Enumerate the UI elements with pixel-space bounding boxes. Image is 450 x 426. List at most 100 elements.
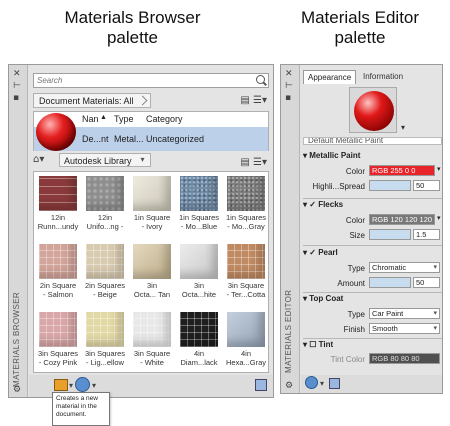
editor-caption: Materials Editor palette: [270, 8, 450, 48]
editor-caption-line-1: Materials Editor: [300, 8, 420, 27]
material-tile-sublabel: Unifo...ng -: [86, 222, 124, 231]
material-tile[interactable]: 3in Squares - Lig...ellow: [82, 312, 128, 367]
editor-caption-line-2: palette: [334, 28, 386, 47]
material-tile[interactable]: 3in Square - Ter...Cotta: [223, 244, 268, 299]
type-column-header[interactable]: Type: [114, 114, 134, 124]
name-column-header[interactable]: Nan: [82, 114, 99, 124]
search-icon[interactable]: [256, 75, 265, 84]
material-tile[interactable]: 3in Octa...hite: [176, 244, 222, 299]
create-dropdown-icon[interactable]: ▾: [320, 379, 324, 388]
material-name-field[interactable]: Default Metallic Paint: [303, 137, 442, 145]
material-tile-label: 3in: [193, 281, 204, 290]
editor-bottom-bar: ▾: [301, 375, 442, 393]
library-view-options-icon[interactable]: ▤ ☰▾: [240, 157, 267, 168]
material-swatch: [86, 244, 124, 279]
material-tile-sublabel: Octa... Tan: [133, 290, 171, 299]
material-tile[interactable]: 2in Square - Salmon: [35, 244, 81, 299]
browser-caption-line-2: palette: [106, 28, 159, 47]
material-tile[interactable]: 3in Squares - Cozy Pink: [35, 312, 81, 367]
flecks-checkbox-icon[interactable]: ✓: [309, 200, 318, 209]
pearl-type-select[interactable]: Chromatic ▾: [369, 262, 440, 273]
category-column-header[interactable]: Category: [146, 114, 183, 124]
editor-settings-icon[interactable]: ⚙: [285, 381, 293, 391]
top-coat-type-select[interactable]: Car Paint ▾: [369, 308, 440, 319]
close-icon[interactable]: ✕: [13, 69, 21, 79]
home-icon[interactable]: ⌂▾: [33, 154, 57, 167]
browser-title-strip: ✕ ⊢ ▪ MATERIALS BROWSER ⚙: [9, 65, 28, 397]
material-swatch-icon: [36, 113, 76, 151]
top-coat-finish-select[interactable]: Smooth ▾: [369, 323, 440, 334]
fleck-color-field[interactable]: RGB 120 120 120: [369, 214, 435, 225]
tab-information[interactable]: Information: [359, 70, 407, 84]
material-tile-sublabel: Diam...lack: [180, 358, 218, 367]
editor-close-icon[interactable]: ✕: [285, 69, 293, 79]
pearl-amount-label: Amount: [337, 279, 365, 288]
pearl-amount-slider[interactable]: [369, 277, 411, 288]
document-material-row[interactable]: De...nt Metal... Uncategorized: [34, 113, 268, 151]
document-materials-breadcrumb[interactable]: Document Materials: All: [33, 93, 151, 108]
section-divider: [303, 338, 442, 339]
material-tile-label: 2in Squares: [84, 281, 126, 290]
pearl-checkbox-icon[interactable]: ✓: [309, 248, 318, 257]
highlight-spread-slider[interactable]: [369, 180, 411, 191]
create-material-icon[interactable]: [305, 376, 318, 389]
material-editor-toggle-icon[interactable]: [75, 377, 90, 392]
material-tile-label: 3in Square: [133, 349, 171, 358]
material-preview[interactable]: [349, 87, 397, 133]
material-tile[interactable]: 4in Hexa...Gray: [223, 312, 268, 367]
material-swatch: [86, 312, 124, 347]
flecks-title-text: Flecks: [318, 200, 344, 209]
pearl-type-value: Chromatic: [372, 263, 407, 272]
material-swatch: [39, 312, 77, 347]
material-tile-label: 2in Square: [39, 281, 77, 290]
panel-toggle-icon[interactable]: [255, 379, 267, 391]
dropdown-arrow-icon: ▾: [433, 309, 437, 317]
search-input[interactable]: Search: [33, 73, 269, 88]
create-material-icon[interactable]: [54, 379, 68, 391]
color-dropdown-icon[interactable]: ▾: [437, 165, 441, 173]
metallic-paint-title[interactable]: ▾ Metallic Paint: [303, 151, 360, 160]
doc-view-options-icon[interactable]: ▤ ☰▾: [240, 95, 267, 106]
flecks-title[interactable]: ▾ ✓ Flecks: [303, 200, 343, 209]
editor-pin-icon[interactable]: ⊢: [285, 81, 293, 91]
tooltip-line-1: Creates a new: [56, 395, 98, 402]
material-tile[interactable]: 1in Square - Ivory: [129, 176, 175, 231]
library-breadcrumb[interactable]: Autodesk Library: [59, 153, 151, 167]
fleck-color-dropdown-icon[interactable]: ▾: [437, 214, 441, 222]
pearl-amount-value[interactable]: 50: [413, 277, 440, 288]
browser-side-title: MATERIALS BROWSER: [12, 291, 21, 387]
create-material-dropdown-icon[interactable]: ▾: [69, 381, 73, 390]
material-tile[interactable]: 3in Square - White: [129, 312, 175, 367]
material-tile-sublabel: Runn...undy: [37, 222, 79, 231]
material-tile[interactable]: 12in Runn...undy: [35, 176, 81, 231]
fleck-size-slider[interactable]: [369, 229, 411, 240]
editor-toggle-dropdown-icon[interactable]: ▾: [92, 381, 96, 390]
top-coat-title[interactable]: ▾ Top Coat: [303, 294, 343, 303]
tooltip-line-3: document.: [56, 411, 87, 418]
open-browser-icon[interactable]: [329, 378, 340, 389]
preview-options-dropdown[interactable]: ▾: [401, 123, 405, 132]
sort-ascending-icon: ▲: [100, 114, 107, 121]
tint-color-field[interactable]: RGB 80 80 80: [369, 353, 440, 364]
material-swatch: [133, 312, 171, 347]
material-tile[interactable]: 4in Diam...lack: [176, 312, 222, 367]
row-category: Uncategorized: [146, 134, 205, 144]
metallic-color-field[interactable]: RGB 255 0 0: [369, 165, 435, 176]
tab-appearance[interactable]: Appearance: [303, 70, 357, 84]
material-tile[interactable]: 2in Squares - Beige: [82, 244, 128, 299]
settings-icon[interactable]: ⚙: [13, 385, 21, 395]
pearl-title[interactable]: ▾ ✓ Pearl: [303, 248, 338, 257]
editor-properties-icon[interactable]: ▪: [285, 93, 291, 103]
material-tile[interactable]: 12in Unifo...ng -: [82, 176, 128, 231]
tint-checkbox-icon[interactable]: ☐: [309, 340, 318, 349]
highlight-spread-value[interactable]: 50: [413, 180, 440, 191]
tint-title[interactable]: ▾ ☐ Tint: [303, 340, 333, 349]
material-tile[interactable]: 1in Squares - Mo...Gray: [223, 176, 268, 231]
material-tile[interactable]: 1in Squares - Mo...Blue: [176, 176, 222, 231]
pin-icon[interactable]: ⊢: [13, 81, 21, 91]
material-swatch: [86, 176, 124, 211]
fleck-size-value[interactable]: 1.5: [413, 229, 440, 240]
material-tile[interactable]: 3in Octa... Tan: [129, 244, 175, 299]
material-tile-label: 12in: [50, 213, 66, 222]
properties-icon[interactable]: ▪: [13, 93, 19, 103]
